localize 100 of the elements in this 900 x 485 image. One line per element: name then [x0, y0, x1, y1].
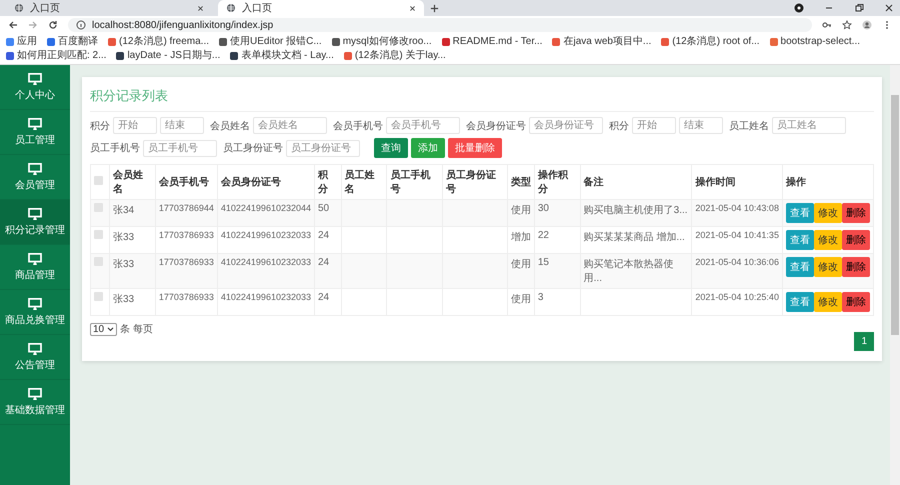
table-cell: 张33 [113, 259, 134, 270]
bookmark[interactable]: 百度翻译 [47, 35, 98, 48]
table-cell: 17703786933 [158, 230, 214, 240]
table-cell: 增加 [510, 232, 531, 243]
page-size-label: 条 每页 [120, 323, 153, 336]
checkbox[interactable] [94, 230, 103, 239]
bookmark[interactable]: 使用UEditor 报错C... [219, 35, 322, 48]
sidebar-item[interactable]: 个人中心 [0, 65, 70, 110]
table-cell: 410224199610232033 [220, 230, 311, 240]
monitor-icon [28, 252, 42, 264]
checkbox[interactable] [94, 292, 103, 301]
table-cell: 2021-05-04 10:43:08 [695, 203, 779, 213]
delete-button[interactable]: 删除 [842, 257, 870, 277]
delete-button[interactable]: 删除 [842, 203, 870, 223]
edit-button[interactable]: 修改 [814, 203, 842, 223]
monitor-icon [28, 162, 42, 174]
edit-button[interactable]: 修改 [814, 230, 842, 250]
table-cell: 410224199610232033 [220, 292, 311, 302]
bookmark[interactable]: (12条消息) root of... [661, 35, 760, 48]
sidebar-item[interactable]: 基础数据管理 [0, 380, 70, 425]
table-cell: 使用 [510, 205, 531, 216]
info-icon[interactable] [76, 20, 86, 30]
table-cell: 张33 [113, 232, 134, 243]
close-icon[interactable] [409, 4, 416, 12]
bookmark[interactable]: README.md - Ter... [442, 35, 542, 48]
filter-label: 积分 [609, 120, 629, 132]
bookmark[interactable]: 在java web项目中... [552, 35, 652, 48]
input-field[interactable]: 开始 [632, 117, 676, 134]
filter-label: 员工姓名 [729, 120, 769, 132]
caret-icon [107, 326, 114, 332]
star-icon[interactable] [842, 20, 852, 30]
checkbox[interactable] [94, 176, 103, 185]
globe-icon [14, 3, 24, 13]
table-cell: 2021-05-04 10:36:06 [695, 257, 779, 267]
table-cell: 24 [318, 257, 330, 268]
bookmark[interactable]: bootstrap-select... [770, 35, 860, 48]
sidebar-item[interactable]: 员工管理 [0, 110, 70, 155]
bookmark[interactable]: 表单模块文档 - Lay... [230, 49, 334, 62]
monitor-icon [28, 118, 42, 130]
table-cell: 使用 [510, 294, 531, 305]
filter-label: 积分 [90, 120, 110, 132]
search-button[interactable]: 查询 [374, 138, 408, 158]
filter-label: 员工身份证号 [223, 142, 283, 155]
table-cell: 3 [538, 292, 544, 303]
table-cell: 2021-05-04 10:41:35 [695, 230, 779, 240]
table-cell: 张34 [113, 205, 134, 216]
close-icon[interactable] [197, 4, 204, 12]
filter-label: 会员身份证号 [466, 120, 526, 132]
page-button[interactable]: 1 [854, 332, 874, 351]
input-field[interactable]: 员工姓名 [772, 117, 846, 134]
table-cell: 使用 [510, 259, 531, 270]
input-field[interactable]: 员工手机号 [143, 140, 217, 156]
filter-label: 会员手机号 [333, 120, 383, 132]
input-field[interactable]: 会员姓名 [253, 117, 327, 134]
new-tab-icon[interactable] [430, 4, 439, 12]
record-icon[interactable] [794, 3, 804, 13]
browser-tab[interactable]: 入口页 [6, 0, 212, 16]
restore-icon[interactable] [854, 3, 864, 13]
monitor-icon [28, 342, 42, 354]
delete-button[interactable]: 批量删除 [448, 138, 502, 158]
close-icon[interactable] [884, 3, 894, 13]
bookmark[interactable]: 如何用正则匹配: 2... [6, 49, 106, 62]
sidebar-item[interactable]: 商品兑换管理 [0, 290, 70, 335]
profile-icon[interactable] [862, 20, 872, 30]
sidebar-item[interactable]: 积分记录管理 [0, 200, 70, 245]
bookmark[interactable]: (12条消息) freema... [108, 35, 210, 48]
page-size-select[interactable]: 10 [90, 322, 118, 336]
address-field[interactable]: localhost:8080/jifenguanlixitong/index.jsp [68, 18, 812, 32]
table-cell: 张33 [113, 294, 134, 305]
input-field[interactable]: 会员手机号 [386, 117, 460, 134]
delete-button[interactable]: 删除 [842, 292, 870, 312]
table-cell: 30 [538, 203, 549, 214]
edit-button[interactable]: 修改 [814, 257, 842, 277]
bookmark[interactable]: (12条消息) 关于lay... [344, 49, 446, 62]
bookmark[interactable]: layDate - JS日期与... [116, 49, 220, 62]
table-cell: 50 [318, 203, 330, 214]
input-field[interactable]: 开始 [113, 117, 157, 134]
input-field[interactable]: 员工身份证号 [286, 140, 360, 156]
back-icon[interactable] [8, 20, 18, 30]
scrollbar[interactable] [890, 65, 900, 485]
table-cell: 410224199610232044 [220, 203, 311, 213]
sidebar-item[interactable]: 公告管理 [0, 335, 70, 380]
monitor-icon [28, 208, 42, 220]
bookmark[interactable]: mysql如何修改roo... [332, 35, 432, 48]
browser-tab[interactable]: 入口页 [218, 0, 424, 16]
delete-button[interactable]: 删除 [842, 230, 870, 250]
sidebar-item[interactable]: 商品管理 [0, 245, 70, 290]
table-cell: 22 [538, 230, 549, 241]
monitor-icon [28, 388, 42, 400]
input-field[interactable]: 会员身份证号 [529, 117, 603, 134]
bookmark[interactable]: 应用 [6, 35, 37, 48]
edit-button[interactable]: 修改 [814, 292, 842, 312]
monitor-icon [28, 298, 42, 310]
table-cell: 购买笔记本散热器使用... [584, 259, 674, 284]
reload-icon[interactable] [48, 20, 58, 30]
input-field[interactable]: 结束 [679, 117, 723, 134]
key-icon[interactable] [822, 20, 832, 30]
table-cell: 17703786944 [158, 203, 214, 213]
input-field[interactable]: 结束 [160, 117, 204, 134]
globe-icon [226, 3, 236, 13]
